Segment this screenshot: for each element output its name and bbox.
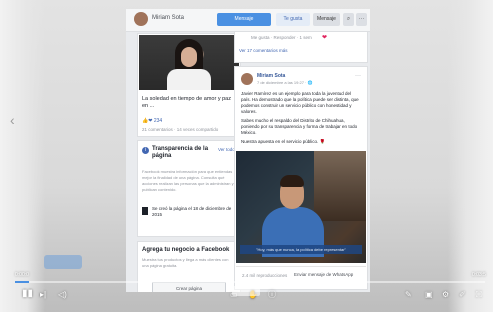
video-person-hair <box>280 175 304 187</box>
pen-icon[interactable]: ✎ <box>405 290 412 300</box>
settings-icon[interactable]: ⚙ <box>442 290 449 300</box>
photo-face <box>181 47 197 67</box>
post-meta: 21 comentarios · 14 veces compartido <box>142 127 219 132</box>
info-icon[interactable]: ⓘ <box>268 290 276 300</box>
post-paragraph-2: Sabes mucho el respaldo del Distrito de … <box>241 118 358 135</box>
fullscreen-icon[interactable]: ⛶ <box>476 290 482 300</box>
elapsed-time: 0:00:0 <box>15 272 29 278</box>
page-name[interactable]: Miriam Sota <box>152 15 184 21</box>
post-author[interactable]: Miriam Sota <box>257 73 285 79</box>
more-comments-link[interactable]: Ver 17 comentarios más <box>239 48 288 53</box>
post-time[interactable]: 7 de diciembre a las 19:27 · 🌐 <box>257 80 312 85</box>
previous-post-footer: Me gusta · Responder · 1 sem ❤ Ver 17 co… <box>234 31 368 63</box>
transparency-body: Facebook muestra información para que en… <box>142 169 234 192</box>
video-caption: "Hoy, más que nunca, la política debe re… <box>240 245 362 254</box>
progress-fill <box>15 281 30 283</box>
progress-bar[interactable] <box>15 281 485 283</box>
post-video[interactable]: "Hoy, más que nunca, la política debe re… <box>236 151 366 263</box>
secondary-message-button[interactable]: Mensaje <box>313 13 340 26</box>
create-page-button[interactable]: Crear página <box>152 282 226 292</box>
total-time: 0:03:5 <box>472 272 486 278</box>
facebook-page-screenshot: Miriam Sota Mensaje Te gusta Mensaje ⌕ ·… <box>126 9 370 292</box>
see-all-link[interactable]: Ver todo <box>218 147 235 152</box>
captions-icon[interactable]: ▣ <box>425 290 433 300</box>
author-avatar[interactable] <box>241 73 253 85</box>
add-business-title: Agrega tu negocio a Facebook <box>142 247 230 253</box>
transparency-card: i Transparencia de la página Ver todo Fa… <box>137 140 241 237</box>
reaction-number: 234 <box>153 118 163 124</box>
flag-icon <box>142 207 148 215</box>
info-icon: i <box>142 147 149 154</box>
add-business-card: Agrega tu negocio a Facebook Muestra tus… <box>137 241 241 292</box>
view-count: 2.4 mil reproducciones <box>242 273 288 278</box>
heart-icon: ❤ <box>322 35 328 41</box>
reaction-count[interactable]: 👍❤ 234 <box>142 118 162 124</box>
video-post-card: Miriam Sota 7 de diciembre a las 19:27 ·… <box>234 66 368 290</box>
caption-popup <box>232 286 260 296</box>
page-avatar[interactable] <box>134 12 148 26</box>
edit-icon[interactable]: ✐ <box>459 290 466 300</box>
post-text: Javier Ramírez es un ejemplo para toda l… <box>241 91 361 148</box>
play-icon[interactable]: ▮▮ <box>22 289 33 299</box>
watermark-logo <box>44 255 82 269</box>
search-icon[interactable]: ⌕ <box>343 13 354 26</box>
post-paragraph-3: Nuestra apuesta en el servicio público. … <box>241 139 326 144</box>
video-background-window <box>314 151 366 221</box>
page-header-bar: Miriam Sota Mensaje Te gusta Mensaje ⌕ ·… <box>126 9 370 32</box>
page-created-date: Se creó la página el 18 de diciembre de … <box>152 206 232 217</box>
left-post-card[interactable]: La soledad en tiempo de amor y paz en ..… <box>137 33 241 137</box>
post-options-icon[interactable]: ··· <box>355 73 361 79</box>
message-button[interactable]: Mensaje <box>217 13 271 26</box>
previous-arrow-icon[interactable]: ‹ <box>10 112 15 128</box>
left-blur-panel <box>0 0 45 312</box>
post-paragraph-1: Javier Ramírez es un ejemplo para toda l… <box>241 91 359 114</box>
skip-forward-icon[interactable]: ▸| <box>40 290 46 300</box>
volume-icon[interactable]: ◁) <box>58 290 67 300</box>
like-button[interactable]: Te gusta <box>276 13 310 26</box>
right-blur-panel <box>448 0 493 312</box>
transparency-title: Transparencia de la página <box>152 146 209 159</box>
post-footer: 2.4 mil reproducciones Enviar mensaje de… <box>236 266 366 287</box>
add-business-body: Muestra tus productos y llega a más clie… <box>142 257 229 268</box>
post-caption[interactable]: La soledad en tiempo de amor y paz en ..… <box>142 96 236 110</box>
comment-actions[interactable]: Me gusta · Responder · 1 sem <box>251 35 312 40</box>
more-options-icon[interactable]: ··· <box>356 13 367 26</box>
send-whatsapp-button[interactable]: Enviar mensaje de WhatsApp <box>294 272 353 277</box>
post-photo[interactable] <box>139 35 239 90</box>
photo-body <box>167 69 211 90</box>
